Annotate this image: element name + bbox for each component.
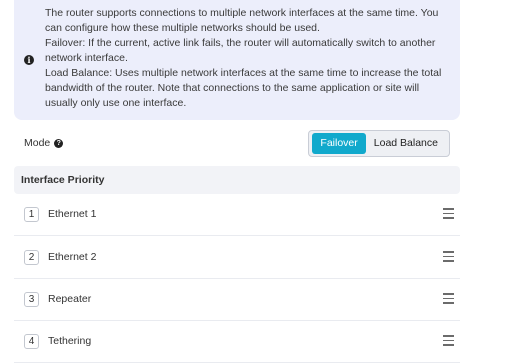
interface-row-repeater[interactable]: 3 Repeater [14,279,460,321]
failover-button[interactable]: Failover [312,133,366,154]
interface-row-ethernet-2[interactable]: 2 Ethernet 2 [14,237,460,279]
question-circle-icon[interactable]: ? [54,138,64,148]
info-line-load-balance: Load Balance: Uses multiple network inte… [45,67,442,109]
info-circle-icon: i [24,55,34,65]
mode-toggle: Failover Load Balance [308,130,450,157]
load-balance-button[interactable]: Load Balance [366,133,446,154]
info-panel: i The router supports connections to mul… [14,0,460,120]
priority-number: 3 [24,292,39,307]
info-text: The router supports connections to multi… [45,6,450,111]
interface-name: Ethernet 2 [48,251,97,263]
drag-handle-icon[interactable] [443,251,454,262]
interface-row-ethernet-1[interactable]: 1 Ethernet 1 [14,194,460,236]
drag-handle-icon[interactable] [443,293,454,304]
priority-number: 2 [24,250,39,265]
interface-priority-header: Interface Priority [14,166,460,194]
interface-name: Ethernet 1 [48,208,97,220]
info-line-intro: The router supports connections to multi… [45,7,439,34]
drag-handle-icon[interactable] [443,335,454,346]
mode-row: Mode ? Failover Load Balance [14,128,460,159]
priority-number: 1 [24,207,39,222]
interface-row-tethering[interactable]: 4 Tethering [14,321,460,363]
interface-name: Tethering [48,335,92,347]
mode-label-group: Mode ? [24,137,64,149]
interface-name: Repeater [48,293,92,305]
priority-number: 4 [24,334,39,349]
mode-label: Mode [24,137,51,149]
drag-handle-icon[interactable] [443,208,454,219]
info-line-failover: Failover: If the current, active link fa… [45,37,436,64]
